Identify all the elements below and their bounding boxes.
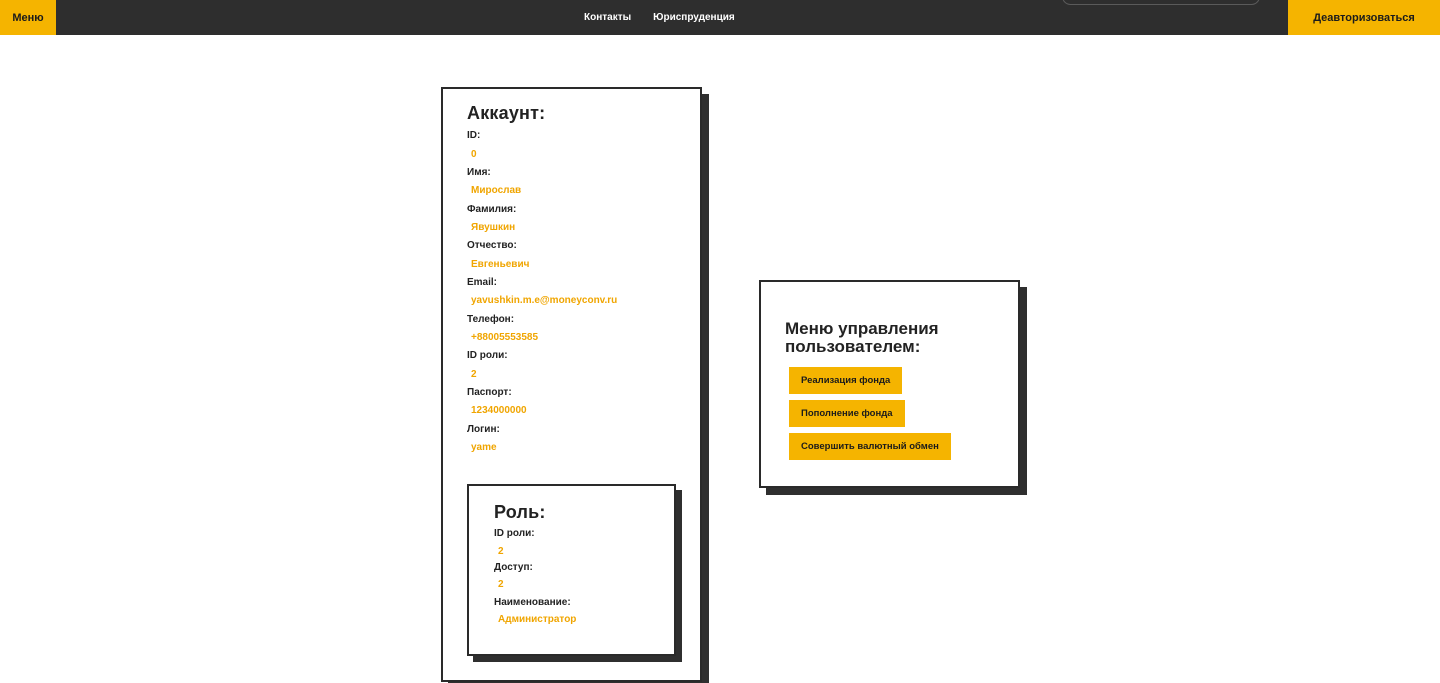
role-name-value: Администратор — [498, 614, 577, 625]
role-access-label: Доступ: — [494, 562, 533, 573]
role-id-label: ID роли: — [494, 528, 535, 539]
account-email-value: yavushkin.m.e@moneyconv.ru — [471, 295, 618, 306]
menu-button[interactable]: Меню — [0, 0, 56, 35]
role-access-value: 2 — [498, 579, 504, 590]
role-title: Роль: — [494, 502, 546, 522]
fund-replenishment-button[interactable]: Пополнение фонда — [789, 400, 905, 427]
account-id-value: 0 — [471, 149, 477, 160]
account-patronymic-value: Евгеньевич — [471, 259, 530, 270]
account-title: Аккаунт: — [467, 103, 546, 123]
account-role-id-value: 2 — [471, 369, 477, 380]
account-passport-label: Паспорт: — [467, 387, 512, 398]
account-role-id-label: ID роли: — [467, 350, 508, 361]
logout-button[interactable]: Деавторизоваться — [1288, 0, 1440, 35]
account-phone-value: +88005553585 — [471, 332, 539, 343]
account-email-label: Email: — [467, 277, 498, 288]
top-navigation-bar: Меню Контакты Юриспруденция Деавторизова… — [0, 0, 1440, 35]
account-id-label: ID: — [467, 130, 481, 141]
fund-realization-button[interactable]: Реализация фонда — [789, 367, 903, 394]
role-name-label: Наименование: — [494, 597, 571, 608]
search-field-edge[interactable] — [1062, 0, 1260, 5]
user-management-title: Меню управления пользователем: — [785, 319, 939, 356]
account-phone-label: Телефон: — [467, 314, 515, 325]
account-login-label: Логин: — [467, 424, 500, 435]
user-management-card: Меню управления пользователем: Реализаци… — [759, 280, 1020, 488]
account-first-name-label: Имя: — [467, 167, 491, 178]
account-last-name-label: Фамилия: — [467, 204, 517, 215]
role-id-value: 2 — [498, 546, 504, 557]
nav-link-legal[interactable]: Юриспруденция — [653, 12, 735, 23]
role-card: Роль: ID роли: 2 Доступ: 2 Наименование:… — [467, 484, 676, 656]
account-last-name-value: Явушкин — [471, 222, 516, 233]
account-passport-value: 1234000000 — [471, 405, 527, 416]
account-patronymic-label: Отчество: — [467, 240, 517, 251]
account-first-name-value: Мирослав — [471, 185, 522, 196]
top-nav-links: Контакты Юриспруденция — [584, 0, 735, 35]
currency-exchange-button[interactable]: Совершить валютный обмен — [789, 433, 951, 460]
nav-link-contacts[interactable]: Контакты — [584, 12, 631, 23]
account-login-value: yame — [471, 442, 497, 453]
